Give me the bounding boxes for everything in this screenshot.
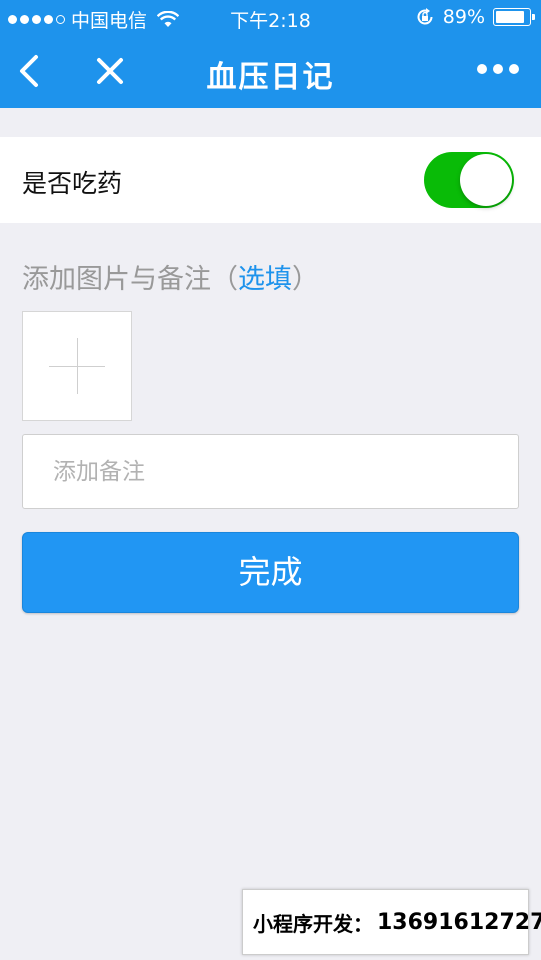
promo-banner: 小程序开发： 13691612727 — [242, 889, 541, 955]
medication-toggle[interactable] — [424, 152, 514, 208]
toggle-knob — [460, 154, 512, 206]
battery-fill — [496, 11, 525, 23]
attachments-label-text: 添加图片与备注 — [22, 264, 211, 295]
attachments-label: 添加图片与备注（选填） — [22, 257, 319, 296]
battery-percent: 89% — [442, 6, 485, 28]
promo-phone: 13691612727 — [377, 909, 541, 935]
status-right: 89% — [415, 6, 535, 28]
optional-paren-close: ） — [292, 264, 319, 295]
page-title: 血压日记 — [206, 60, 335, 95]
rotation-lock-icon — [417, 8, 433, 25]
nav-bar: 血压日记 — [0, 34, 541, 108]
status-bar: 中国电信 下午2:18 89% — [0, 0, 541, 34]
more-dots-icon[interactable] — [477, 64, 519, 74]
header: 中国电信 下午2:18 89% 血压日记 — [0, 0, 541, 108]
add-image-button[interactable] — [22, 311, 132, 421]
promo-text: 小程序开发： — [253, 911, 373, 936]
done-button[interactable]: 完成 — [22, 532, 519, 613]
optional-paren-open: （ — [211, 264, 238, 295]
battery-icon — [493, 8, 535, 26]
note-input[interactable] — [22, 434, 519, 509]
optional-tag: 选填 — [238, 264, 292, 295]
medication-label: 是否吃药 — [22, 169, 123, 198]
